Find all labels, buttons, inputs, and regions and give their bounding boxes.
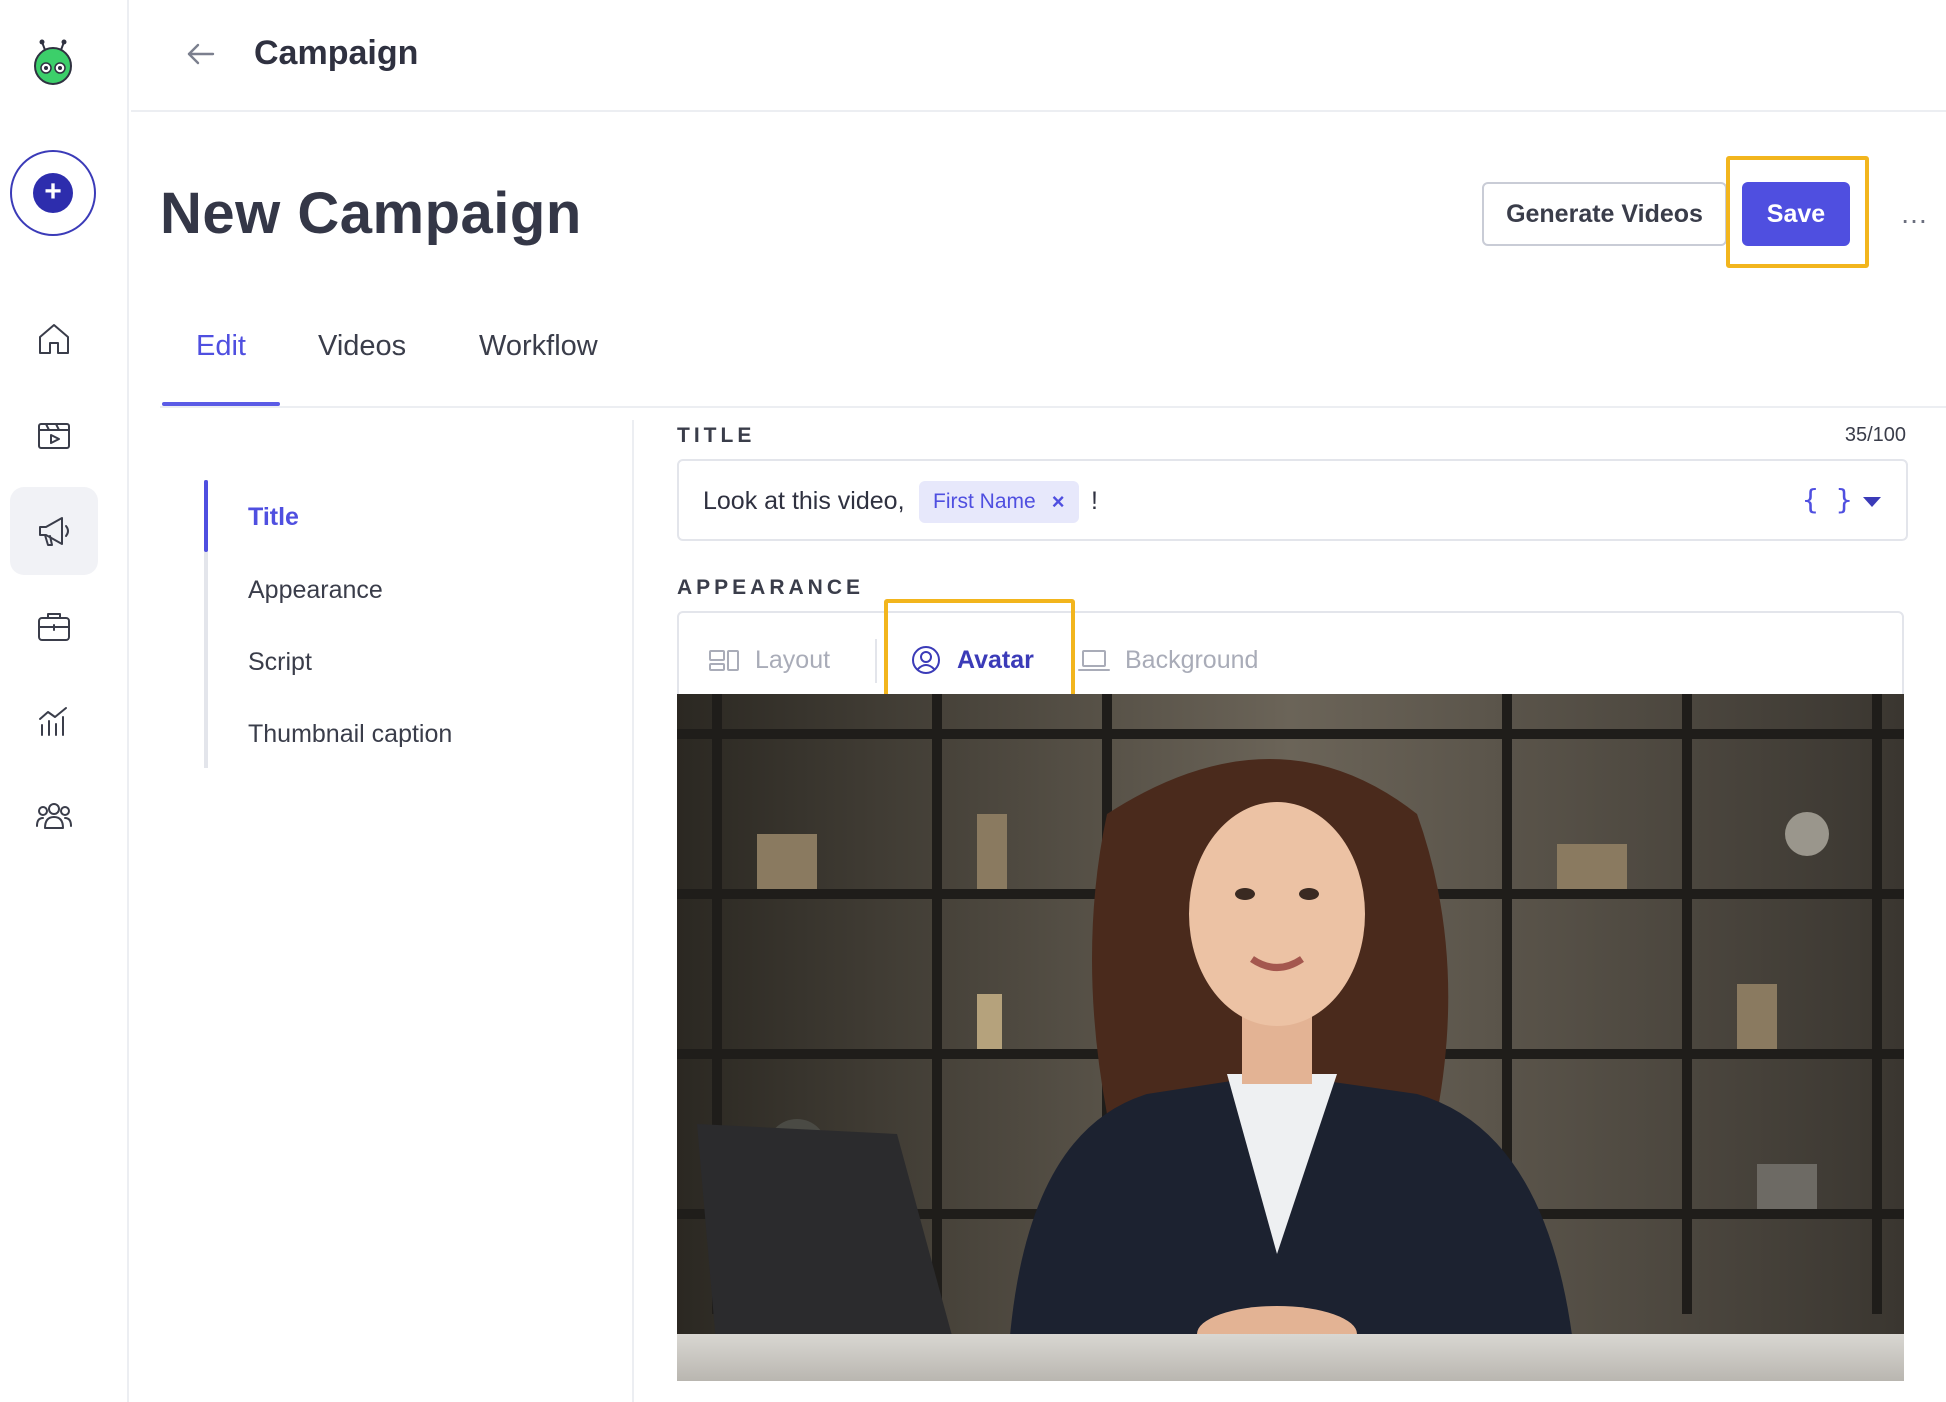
tab-workflow[interactable]: Workflow xyxy=(479,330,598,363)
appearance-tab-label: Background xyxy=(1125,645,1259,674)
team-icon xyxy=(36,803,72,829)
title-section-label: TITLE xyxy=(677,424,756,447)
title-input-suffix: ! xyxy=(1091,487,1098,515)
more-options-icon[interactable]: … xyxy=(1900,200,1929,228)
appearance-section-label: APPEARANCE xyxy=(677,576,865,599)
insert-variable-icon[interactable]: { } xyxy=(1802,483,1853,516)
tab-videos[interactable]: Videos xyxy=(318,330,406,363)
layout-icon xyxy=(709,650,739,671)
sidebar-item-home[interactable] xyxy=(10,295,98,383)
avatar-video-preview[interactable] xyxy=(677,694,1904,1381)
section-nav-active-indicator xyxy=(204,480,208,552)
appearance-tab-label: Layout xyxy=(755,645,831,674)
section-nav-appearance[interactable]: Appearance xyxy=(248,576,383,605)
character-count: 35/100 xyxy=(1844,424,1906,446)
create-button[interactable]: + xyxy=(10,150,96,236)
column-divider xyxy=(632,420,634,1402)
sidebar-item-portfolio[interactable] xyxy=(10,582,98,670)
active-tab-indicator xyxy=(162,402,280,406)
back-arrow-icon[interactable] xyxy=(183,36,219,72)
first-name-variable-chip[interactable]: First Name × xyxy=(919,481,1079,523)
briefcase-icon xyxy=(38,613,70,641)
sidebar-item-videos[interactable] xyxy=(10,390,98,478)
title-input-text: Look at this video, xyxy=(703,487,905,515)
section-nav-script[interactable]: Script xyxy=(248,648,312,677)
variable-chip-label: First Name xyxy=(933,490,1036,513)
sidebar-item-analytics[interactable] xyxy=(10,677,98,765)
top-bar: Campaign xyxy=(131,0,1946,112)
video-clapper-icon xyxy=(38,423,70,449)
appearance-tab-separator xyxy=(875,639,877,683)
appearance-tab-layout[interactable]: Layout xyxy=(707,643,830,677)
save-highlight-box xyxy=(1726,156,1869,268)
title-input[interactable]: Look at this video, First Name × ! { } xyxy=(677,459,1908,541)
tab-edit[interactable]: Edit xyxy=(196,330,246,363)
sidebar-item-campaigns[interactable] xyxy=(10,487,98,575)
avatar-presenter-image xyxy=(677,694,1904,1381)
section-nav-thumbnail-caption[interactable]: Thumbnail caption xyxy=(248,720,452,749)
home-icon xyxy=(39,324,69,354)
chevron-down-icon[interactable] xyxy=(1863,497,1881,507)
sidebar: + xyxy=(0,0,129,1402)
laptop-icon xyxy=(1078,650,1110,671)
analytics-icon xyxy=(39,707,67,736)
app-logo[interactable] xyxy=(28,36,78,86)
megaphone-icon xyxy=(39,517,69,546)
section-nav-title[interactable]: Title xyxy=(248,503,299,532)
avatar-highlight-box xyxy=(884,599,1075,699)
remove-variable-icon[interactable]: × xyxy=(1052,489,1065,515)
main-tabs: Edit Videos Workflow xyxy=(160,318,1946,408)
sidebar-item-team[interactable] xyxy=(10,772,98,860)
page-title: New Campaign xyxy=(160,181,582,246)
generate-videos-button[interactable]: Generate Videos xyxy=(1482,182,1727,246)
plus-icon: + xyxy=(33,173,73,213)
breadcrumb-title: Campaign xyxy=(254,34,419,72)
appearance-tab-background[interactable]: Background xyxy=(1077,643,1258,677)
